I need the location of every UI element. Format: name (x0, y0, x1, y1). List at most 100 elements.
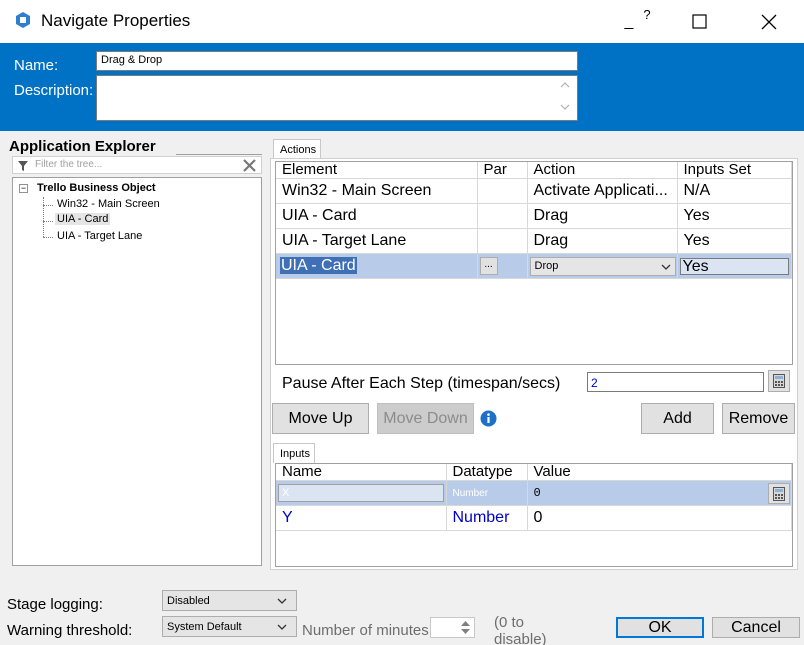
description-input[interactable] (96, 75, 578, 121)
cancel-button[interactable]: Cancel (712, 617, 800, 638)
actions-grid: Element Par Action Inputs Set Win32 - Ma… (275, 161, 793, 365)
col-inputs-set[interactable]: Inputs Set (677, 162, 792, 179)
ok-button[interactable]: OK (616, 617, 704, 638)
input-datatype: Number (446, 480, 528, 506)
warning-threshold-dropdown[interactable]: System Default (162, 616, 297, 637)
action-par[interactable] (477, 203, 528, 229)
actions-header-row: Element Par Action Inputs Set (276, 162, 792, 179)
minimize-button[interactable]: _ (618, 0, 640, 43)
add-button[interactable]: Add (641, 403, 714, 434)
pause-label: Pause After Each Step (timespan/secs) (282, 375, 561, 392)
maximize-button[interactable] (686, 0, 712, 43)
inputs-header-row: Name Datatype Value (276, 464, 792, 481)
remove-button[interactable]: Remove (722, 403, 795, 434)
stepper-down-icon[interactable] (461, 629, 470, 634)
filter-placeholder: Filter the tree... (35, 159, 103, 170)
description-scrollbar[interactable] (553, 76, 577, 120)
stage-logging-label: Stage logging: (7, 596, 103, 613)
tree-connector (43, 205, 53, 206)
selected-input-value-cell[interactable]: 0 (527, 480, 792, 506)
move-down-button[interactable]: Move Down (377, 403, 474, 434)
warning-threshold-value: System Default (167, 620, 242, 633)
stepper-up-icon[interactable] (461, 621, 470, 626)
properties-header: Name: Drag & Drop Description: (0, 43, 804, 131)
input-row[interactable]: Y Number 0 (276, 505, 792, 531)
input-row-selected[interactable]: X Number 0 (276, 480, 792, 506)
tree-connector (43, 221, 53, 222)
selected-input-name-cell[interactable]: X (276, 480, 447, 506)
info-icon[interactable] (480, 410, 497, 427)
pause-calculator-button[interactable] (768, 370, 790, 392)
selected-element[interactable]: UIA - Card (280, 257, 357, 274)
tree-item[interactable]: Win32 - Main Screen (57, 198, 160, 210)
col-action[interactable]: Action (527, 162, 678, 179)
value-calculator-button[interactable] (767, 483, 790, 504)
action-element[interactable]: Win32 - Main Screen (276, 178, 478, 204)
action-dropdown-value: Drop (534, 260, 559, 272)
selected-inputs-cell[interactable]: Yes (677, 253, 792, 279)
stage-logging-dropdown[interactable]: Disabled (162, 590, 297, 611)
clear-filter-icon[interactable] (243, 159, 256, 172)
action-row-selected[interactable]: UIA - Card ... Drop Yes (276, 253, 792, 279)
input-name-field[interactable]: X (278, 484, 444, 502)
input-value[interactable]: 0 (534, 486, 541, 500)
action-par[interactable] (477, 178, 528, 204)
action-element[interactable]: UIA - Card (276, 203, 478, 229)
maximize-icon (691, 14, 707, 29)
chevron-down-icon (661, 264, 670, 270)
calculator-icon (773, 374, 785, 388)
chevron-down-icon (277, 598, 287, 604)
action-inputs[interactable]: N/A (677, 178, 792, 204)
action-row[interactable]: UIA - Target Lane Drag Yes (276, 228, 792, 254)
stage-logging-value: Disabled (167, 594, 210, 607)
minutes-stepper[interactable] (430, 617, 475, 638)
selected-par-cell[interactable]: ... (477, 253, 528, 279)
action-row[interactable]: Win32 - Main Screen Activate Applicati..… (276, 178, 792, 204)
selected-action-cell[interactable]: Drop (527, 253, 678, 279)
action-dropdown[interactable]: Drop (529, 256, 676, 276)
tree-filter[interactable]: Filter the tree... (12, 156, 262, 174)
col-datatype[interactable]: Datatype (446, 464, 528, 481)
action-action[interactable]: Activate Applicati... (527, 178, 678, 204)
tree-item[interactable]: UIA - Target Lane (57, 230, 142, 242)
help-button[interactable]: ? (640, 4, 654, 24)
selected-inputs[interactable]: Yes (679, 257, 789, 275)
col-value[interactable]: Value (527, 464, 792, 481)
close-icon (761, 14, 777, 29)
input-datatype: Number (446, 505, 528, 531)
action-action[interactable]: Drag (527, 203, 678, 229)
tree-expander[interactable]: − (19, 184, 28, 193)
tree-item[interactable]: UIA - Card (55, 213, 111, 225)
tab-inputs[interactable]: Inputs (273, 443, 315, 463)
action-element[interactable]: UIA - Target Lane (276, 228, 478, 254)
minutes-hint: (0 to disable) (494, 614, 547, 645)
explorer-tree: − Trello Business Object Win32 - Main Sc… (12, 177, 262, 566)
action-par[interactable] (477, 228, 528, 254)
explorer-title-rule (176, 154, 262, 155)
close-button[interactable] (756, 0, 782, 43)
col-name[interactable]: Name (276, 464, 447, 481)
tree-root[interactable]: Trello Business Object (37, 182, 156, 194)
explorer-title: Application Explorer (9, 138, 156, 155)
chevron-down-icon (277, 624, 287, 630)
action-action[interactable]: Drag (527, 228, 678, 254)
title-bar: Navigate Properties ? _ (0, 0, 804, 43)
tab-actions[interactable]: Actions (273, 139, 321, 159)
input-value[interactable]: 0 (527, 505, 792, 531)
action-inputs[interactable]: Yes (677, 203, 792, 229)
scroll-down-icon (560, 104, 570, 110)
action-inputs[interactable]: Yes (677, 228, 792, 254)
par-ellipsis-button[interactable]: ... (479, 257, 498, 275)
col-element[interactable]: Element (276, 162, 478, 179)
col-par[interactable]: Par (477, 162, 528, 179)
action-row[interactable]: UIA - Card Drag Yes (276, 203, 792, 229)
warning-threshold-label: Warning threshold: (7, 622, 133, 639)
input-name[interactable]: Y (276, 505, 447, 531)
pause-input[interactable]: 2 (587, 372, 764, 392)
selected-element-cell[interactable]: UIA - Card (276, 253, 478, 279)
scroll-up-icon (560, 82, 570, 88)
name-input[interactable]: Drag & Drop (96, 51, 578, 71)
move-up-button[interactable]: Move Up (272, 403, 369, 434)
filter-icon (18, 161, 28, 171)
description-label: Description: (14, 82, 94, 99)
